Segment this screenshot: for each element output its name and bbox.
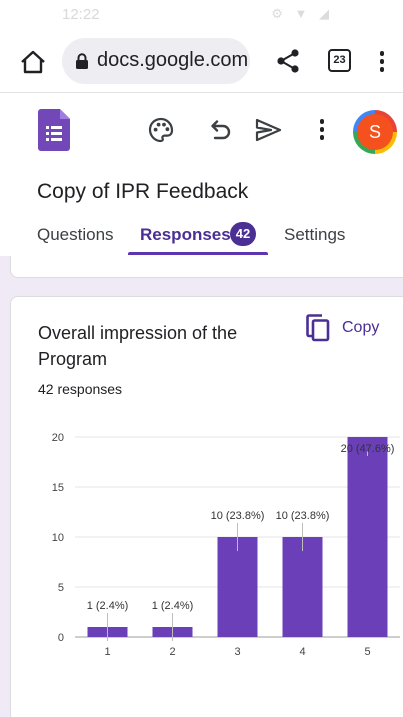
responses-bar-chart: 0 5 10 15 20 1 (2.4%) 1 1 (2.4%) 2 10 (23.8%) 3 10 … (52, 432, 400, 658)
y-tick-label: 5 (58, 582, 64, 594)
x-tick-label: 5 (364, 646, 370, 658)
x-tick-label: 1 (104, 646, 110, 658)
data-label: 1 (2.4%) (87, 600, 129, 612)
x-tick-label: 2 (169, 646, 175, 658)
data-label: 20 (47.6%) (341, 443, 395, 455)
y-tick-label: 15 (52, 482, 64, 494)
bar (282, 537, 323, 637)
bar (347, 437, 388, 637)
data-label: 10 (23.8%) (276, 510, 330, 522)
x-tick-label: 4 (299, 646, 305, 658)
y-tick-label: 10 (52, 532, 64, 544)
y-tick-label: 20 (52, 432, 64, 444)
x-tick-label: 3 (234, 646, 240, 658)
data-label: 10 (23.8%) (211, 510, 265, 522)
y-tick-label: 0 (58, 632, 64, 644)
data-label: 1 (2.4%) (152, 600, 194, 612)
bar (217, 537, 258, 637)
